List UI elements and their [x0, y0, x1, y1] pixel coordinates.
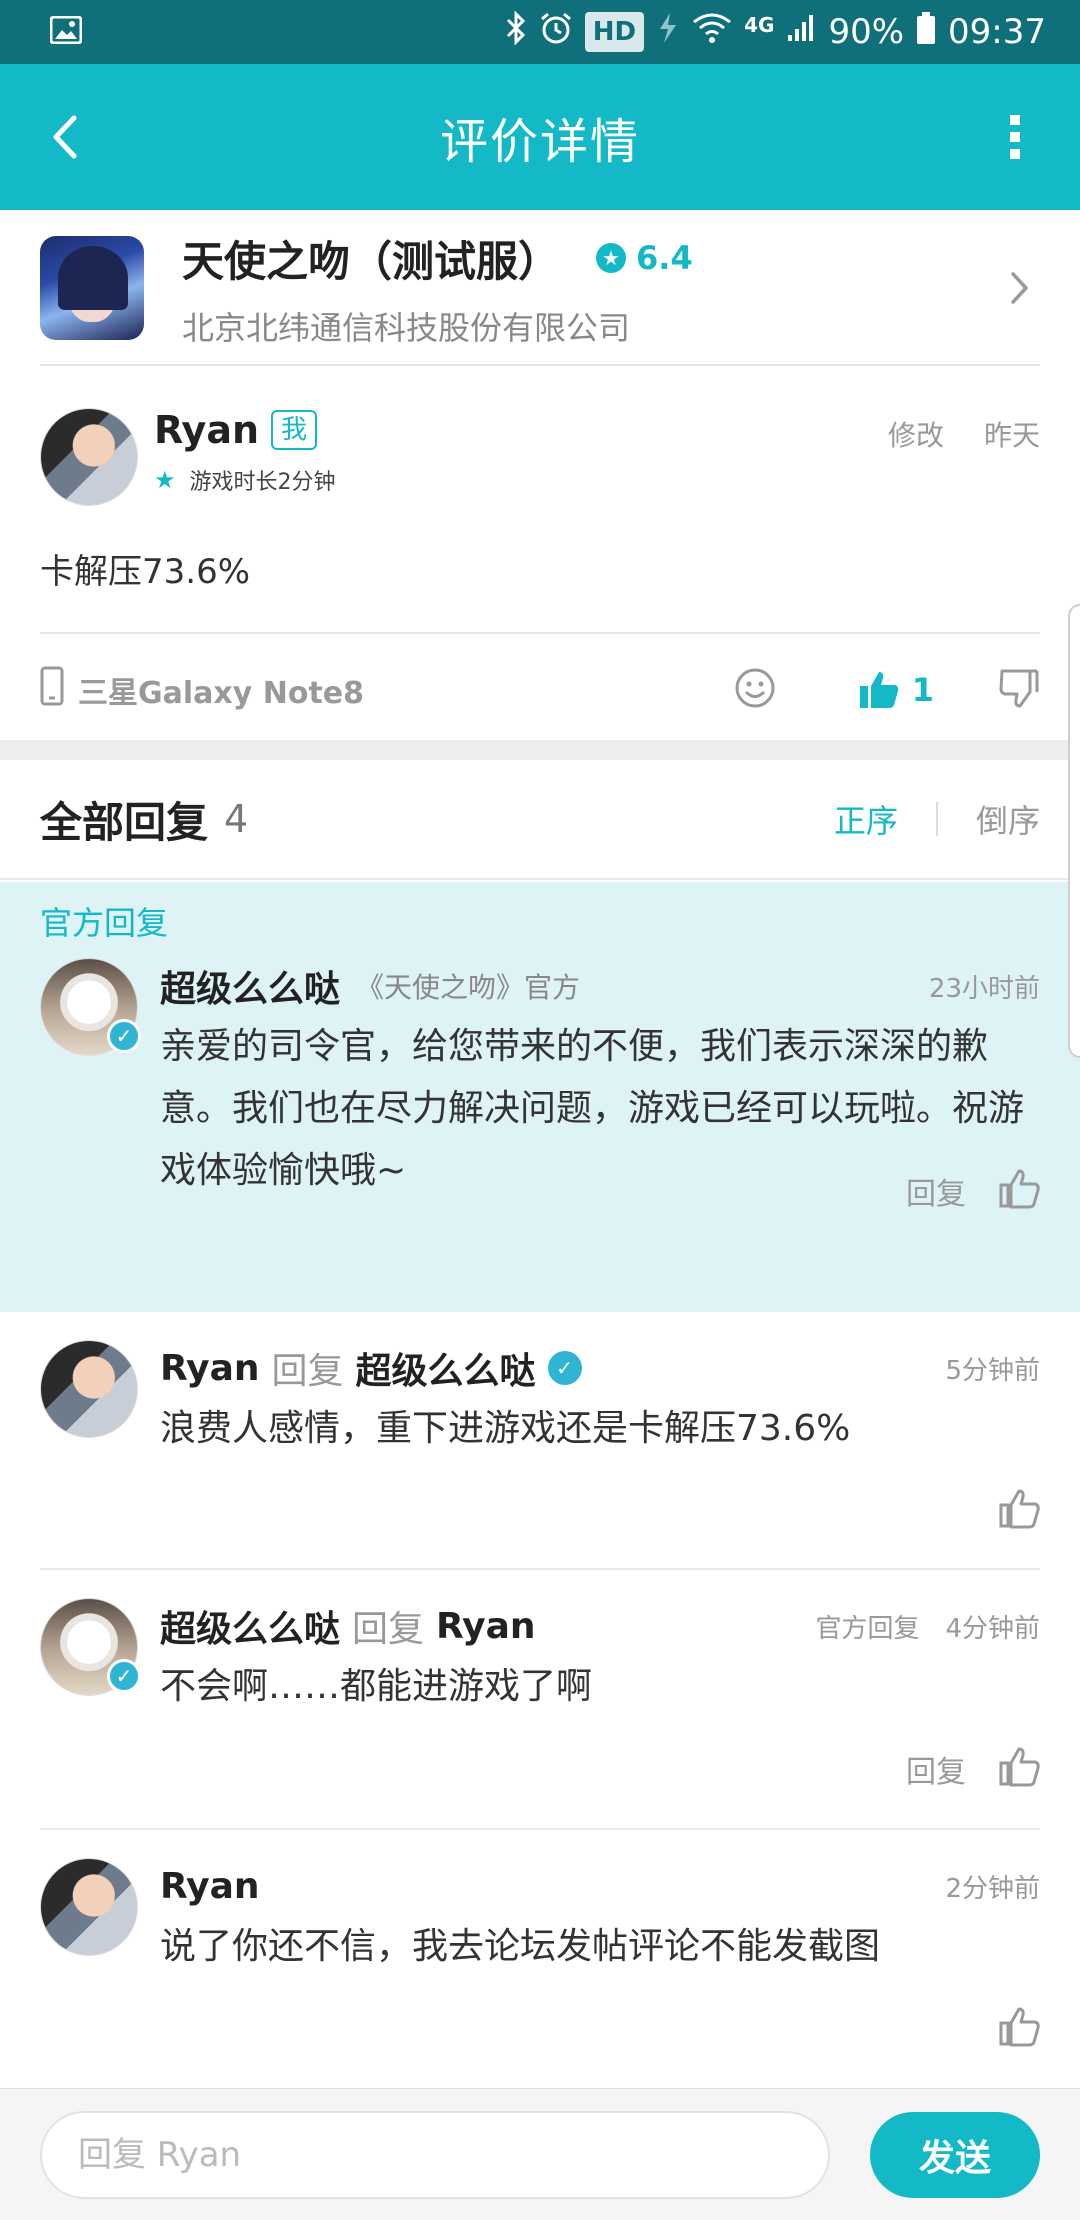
verified-icon: ✓: [107, 1659, 141, 1693]
thumbs-up-icon[interactable]: [998, 1488, 1040, 1534]
avatar[interactable]: [40, 1340, 138, 1438]
emoji-reaction-icon[interactable]: [734, 667, 776, 713]
reply-target-username[interactable]: 超级么么哒: [356, 1342, 536, 1394]
reply-time: 2分钟前: [945, 1873, 1040, 1904]
device-name: 三星Galaxy Note8: [78, 676, 365, 711]
verified-icon: ✓: [547, 1351, 582, 1385]
reply-username[interactable]: 超级么么哒: [160, 960, 340, 1012]
like-button[interactable]: 1: [858, 669, 934, 711]
verified-icon: ✓: [107, 1019, 141, 1053]
star-icon: ★: [154, 466, 176, 494]
reply-item: Ryan 2分钟前 说了你还不信，我去论坛发帖评论不能发截图: [40, 1858, 1040, 2068]
reply-to-label: 回复: [271, 1351, 344, 1392]
page-title: 评价详情: [439, 114, 640, 170]
sort-ascending-button[interactable]: 正序: [834, 796, 898, 842]
reply-to-label: 回复: [352, 1609, 425, 1650]
like-count: 1: [911, 671, 934, 709]
image-notification-icon: [49, 15, 83, 48]
thumbs-up-icon[interactable]: [998, 2006, 1040, 2052]
back-button[interactable]: [30, 102, 100, 172]
game-rating: ★ 6.4: [596, 239, 693, 277]
dislike-button[interactable]: [998, 667, 1040, 713]
app-bar: 评价详情: [0, 64, 1080, 210]
avatar[interactable]: [40, 1858, 138, 1956]
divider: [40, 364, 1040, 366]
clock: 09:37: [948, 12, 1046, 52]
back-arrow-icon: [53, 115, 77, 159]
hd-voice-badge: HD: [584, 12, 645, 52]
chevron-right-icon: [1000, 271, 1040, 305]
battery-icon: [916, 11, 936, 54]
scroll-handle[interactable]: [1068, 604, 1080, 1058]
reply-time: 23小时前: [928, 973, 1040, 1004]
official-subtitle: 《天使之吻》官方: [356, 971, 581, 1004]
reply-username[interactable]: 超级么么哒: [160, 1600, 340, 1652]
thumbs-up-icon[interactable]: [998, 1746, 1040, 1792]
replies-count: 4: [224, 797, 249, 841]
send-button[interactable]: 发送: [870, 2111, 1040, 2198]
replies-title: 全部回复: [40, 797, 209, 847]
battery-percent: 90%: [828, 12, 905, 52]
review-username[interactable]: Ryan: [154, 408, 259, 452]
bluetooth-icon: [505, 9, 527, 54]
thumbs-down-icon: [999, 669, 1039, 708]
rating-value: 6.4: [636, 239, 693, 277]
reply-target-username[interactable]: Ryan: [436, 1606, 536, 1647]
replies-header: 全部回复 4 正序 倒序: [0, 760, 1080, 880]
review-footer: 三星Galaxy Note8 1: [40, 634, 1040, 746]
edit-button[interactable]: 修改: [888, 414, 944, 454]
reply-item: Ryan 回复 超级么么哒 ✓ 5分钟前 浪费人感情，重下进游戏还是卡解压73.…: [40, 1340, 1040, 1536]
playtime-text: 游戏时长2分钟: [189, 470, 336, 495]
avatar[interactable]: ✓: [40, 1598, 141, 1696]
reply-time: 4分钟前: [945, 1613, 1040, 1644]
official-reply-tag: 官方回复: [40, 904, 169, 942]
section-gap: [0, 740, 1080, 760]
game-company: 北京北纬通信科技股份有限公司: [182, 308, 631, 347]
more-vertical-icon: [1010, 115, 1020, 159]
thumbs-up-filled-icon: [859, 672, 898, 708]
me-badge: 我: [271, 410, 318, 450]
game-icon: [40, 236, 144, 340]
sort-toggle: 正序 倒序: [834, 796, 1040, 842]
reply-input-bar: 发送: [0, 2088, 1080, 2220]
reply-button[interactable]: 回复: [906, 1747, 966, 1791]
more-options-button[interactable]: [980, 102, 1050, 172]
reply-time: 5分钟前: [945, 1355, 1040, 1386]
reply-text: 说了你还不信，我去论坛发帖评论不能发截图: [160, 1926, 881, 1967]
game-name: 天使之吻（测试服）: [182, 236, 561, 286]
reply-item: ✓ 超级么么哒 回复 Ryan 官方回复 4分钟前 不会啊……都能进游戏了啊 回…: [40, 1598, 1040, 1808]
sort-descending-button[interactable]: 倒序: [976, 796, 1040, 842]
reply-input[interactable]: [40, 2110, 830, 2199]
divider: [935, 802, 938, 836]
wifi-icon: [692, 12, 732, 53]
reply-item: ✓ 超级么么哒 《天使之吻》官方 23小时前 亲爱的司令官，给您带来的不便，我们…: [40, 958, 1040, 1298]
divider: [40, 1828, 1040, 1830]
review-date: 昨天: [983, 419, 1040, 452]
official-reply: 官方回复 ✓ 超级么么哒 《天使之吻》官方 23小时前 亲爱的司令官，给您带来的…: [0, 882, 1080, 1312]
signal-icon: [786, 12, 816, 52]
rating-star-icon: ★: [596, 243, 627, 273]
data-saver-icon: [656, 11, 680, 54]
reply-button[interactable]: 回复: [906, 1169, 966, 1213]
phone-icon: [40, 666, 64, 714]
divider: [40, 1568, 1040, 1570]
network-type: 4G: [744, 13, 775, 37]
status-bar: HD 4G 90% 09:37: [0, 0, 1080, 64]
reply-text: 浪费人感情，重下进游戏还是卡解压73.6%: [160, 1408, 851, 1449]
thumbs-up-icon[interactable]: [998, 1168, 1040, 1214]
avatar[interactable]: ✓: [40, 958, 141, 1056]
reply-text: 不会啊……都能进游戏了啊: [160, 1666, 593, 1707]
review-content: 卡解压73.6%: [40, 552, 251, 592]
reply-username[interactable]: Ryan: [160, 1866, 260, 1907]
official-reply-tag: 官方回复: [815, 1613, 920, 1644]
avatar[interactable]: [40, 408, 138, 506]
reply-username[interactable]: Ryan: [160, 1348, 260, 1389]
game-card[interactable]: 天使之吻（测试服） ★ 6.4 北京北纬通信科技股份有限公司: [0, 210, 1080, 366]
alarm-icon: [539, 11, 573, 54]
